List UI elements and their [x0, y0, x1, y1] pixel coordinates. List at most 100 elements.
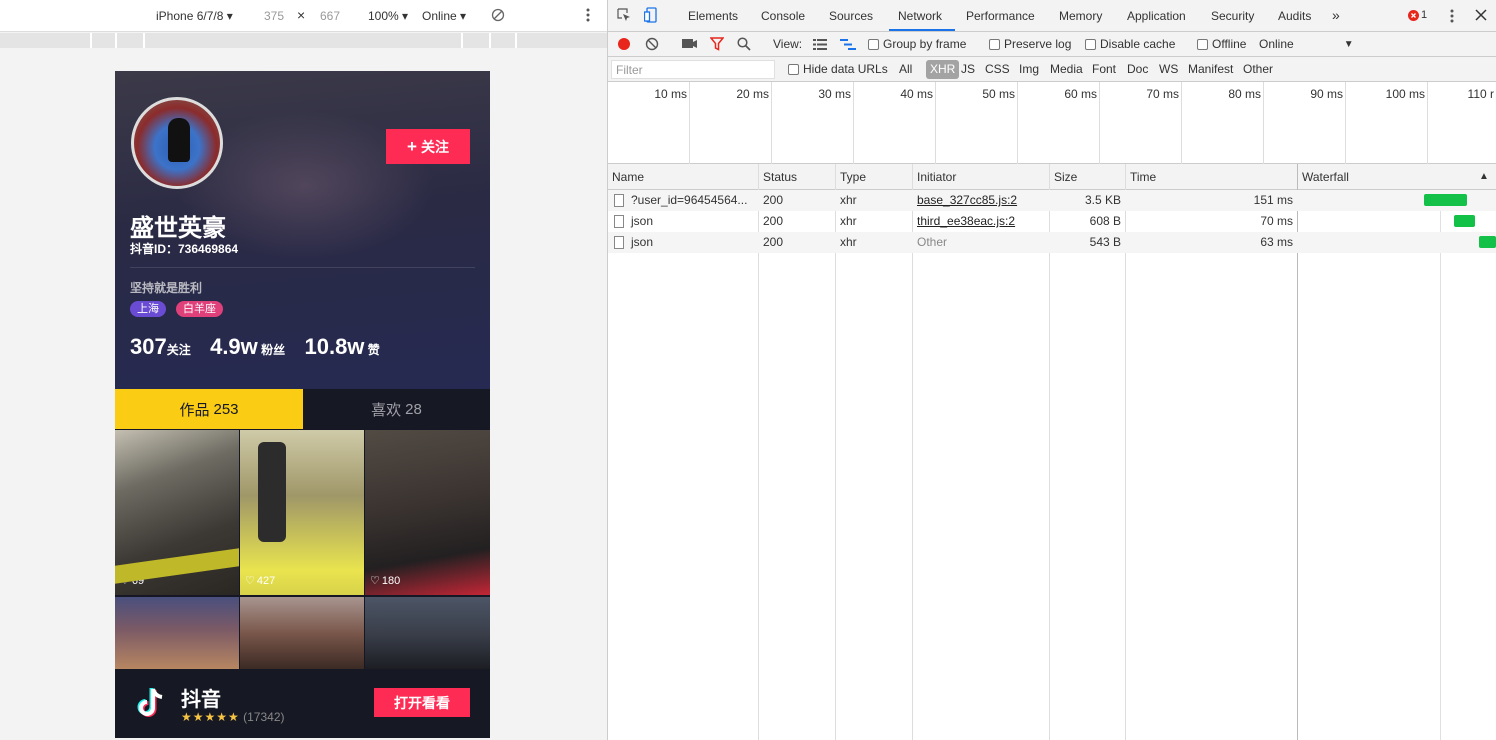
- throttling-select[interactable]: Online ▼: [1259, 37, 1354, 51]
- inspect-element-icon[interactable]: [617, 8, 631, 25]
- tab-sources[interactable]: Sources: [829, 9, 873, 23]
- filter-xhr[interactable]: XHR: [926, 60, 960, 79]
- request-initiator[interactable]: third_ee38eac.js:2: [917, 214, 1015, 228]
- timeline-overview[interactable]: 10 ms 20 ms 30 ms 40 ms 50 ms 60 ms 70 m…: [608, 82, 1496, 164]
- device-toggle-icon[interactable]: [643, 7, 658, 26]
- tab-application[interactable]: Application: [1127, 9, 1186, 23]
- preserve-log-checkbox[interactable]: Preserve log: [989, 37, 1071, 51]
- open-app-button[interactable]: 打开看看: [374, 688, 470, 717]
- error-counter[interactable]: 1: [1408, 9, 1427, 21]
- screenshot-camera-icon[interactable]: [682, 37, 697, 49]
- tab-elements[interactable]: Elements: [688, 9, 738, 23]
- device-preview-pane: iPhone 6/7/8 ▾ 375 × 667 100% ▾ Online ▾…: [0, 0, 608, 740]
- heart-icon: ♡: [120, 575, 130, 587]
- record-icon[interactable]: [617, 37, 631, 51]
- table-row[interactable]: json 200 xhr Other 543 B 63 ms: [608, 232, 1496, 253]
- col-type[interactable]: Type: [840, 170, 866, 184]
- video-thumbnail[interactable]: ♡ 427: [240, 430, 364, 595]
- tab-works-label: 作品: [179, 401, 210, 419]
- waterfall-overview-icon[interactable]: [840, 39, 856, 50]
- request-status: 200: [763, 214, 784, 228]
- document-icon: [614, 215, 624, 228]
- hide-data-urls-checkbox[interactable]: Hide data URLs: [788, 62, 888, 76]
- rotate-icon[interactable]: [491, 8, 505, 25]
- table-row[interactable]: ?user_id=96454564... 200 xhr base_327cc8…: [608, 190, 1496, 211]
- tab-console[interactable]: Console: [761, 9, 805, 23]
- video-thumbnail[interactable]: [365, 597, 490, 669]
- filter-other[interactable]: Other: [1243, 62, 1273, 76]
- width-field[interactable]: 375: [264, 9, 284, 23]
- filter-all[interactable]: All: [899, 62, 912, 76]
- device-toolbar: iPhone 6/7/8 ▾ 375 × 667 100% ▾ Online ▾: [0, 0, 607, 32]
- col-status[interactable]: Status: [763, 170, 797, 184]
- col-initiator[interactable]: Initiator: [917, 170, 956, 184]
- video-thumbnail[interactable]: ♡ 180: [365, 430, 490, 595]
- search-icon[interactable]: [737, 37, 751, 51]
- close-devtools-icon[interactable]: [1475, 9, 1487, 24]
- filter-bar: Hide data URLs All XHR JS CSS Img Media …: [608, 57, 1496, 82]
- filter-img[interactable]: Img: [1019, 62, 1039, 76]
- filter-css[interactable]: CSS: [985, 62, 1010, 76]
- filter-font[interactable]: Font: [1092, 62, 1116, 76]
- group-by-frame-checkbox[interactable]: Group by frame: [868, 37, 966, 51]
- more-tabs-icon[interactable]: »: [1332, 7, 1340, 23]
- timeline-tick: 80 ms: [1182, 82, 1264, 164]
- tab-performance[interactable]: Performance: [966, 9, 1035, 23]
- video-likes: ♡ 69: [120, 574, 145, 588]
- tab-memory[interactable]: Memory: [1059, 9, 1102, 23]
- tab-audits[interactable]: Audits: [1278, 9, 1311, 23]
- follow-button[interactable]: + 关注: [386, 129, 470, 164]
- timeline-tick: 50 ms: [936, 82, 1018, 164]
- request-initiator[interactable]: base_327cc85.js:2: [917, 193, 1017, 207]
- filter-ws[interactable]: WS: [1159, 62, 1178, 76]
- offline-checkbox[interactable]: Offline: [1197, 37, 1246, 51]
- video-thumbnail[interactable]: [115, 597, 239, 669]
- devtools-tabbar: Elements Console Sources Network Perform…: [608, 0, 1496, 32]
- tab-likes-count: 28: [405, 400, 422, 418]
- filter-js[interactable]: JS: [961, 62, 975, 76]
- filter-manifest[interactable]: Manifest: [1188, 62, 1233, 76]
- zoom-select[interactable]: 100% ▾: [368, 9, 408, 23]
- timeline-tick: 30 ms: [772, 82, 854, 164]
- col-size[interactable]: Size: [1054, 170, 1077, 184]
- table-row[interactable]: json 200 xhr third_ee38eac.js:2 608 B 70…: [608, 211, 1496, 232]
- dimension-separator: ×: [297, 7, 306, 23]
- col-time[interactable]: Time: [1130, 170, 1156, 184]
- request-type: xhr: [840, 214, 857, 228]
- customize-menu-icon[interactable]: [1449, 8, 1455, 27]
- request-name: ?user_id=96454564...: [631, 193, 748, 207]
- tab-works[interactable]: 作品 253: [115, 389, 303, 429]
- filter-input[interactable]: [611, 60, 775, 79]
- media-query-ruler[interactable]: [0, 33, 607, 48]
- chevron-down-icon: ▼: [1343, 38, 1354, 50]
- tab-network[interactable]: Network: [898, 9, 942, 23]
- clear-icon[interactable]: [645, 37, 659, 51]
- more-options-icon[interactable]: [584, 7, 592, 26]
- disable-cache-checkbox[interactable]: Disable cache: [1085, 37, 1175, 51]
- col-name[interactable]: Name: [612, 170, 644, 184]
- col-waterfall[interactable]: Waterfall: [1302, 170, 1349, 184]
- request-initiator: Other: [917, 235, 948, 249]
- video-thumbnail[interactable]: [240, 597, 364, 669]
- waterfall-bar: [1424, 194, 1467, 206]
- network-toolbar: View: Group by frame Preserve log Disabl…: [608, 32, 1496, 57]
- document-icon: [614, 194, 624, 207]
- network-select[interactable]: Online ▾: [422, 9, 466, 23]
- likes-count: 10.8w: [304, 334, 365, 359]
- waterfall-bar: [1479, 236, 1496, 248]
- request-size: 3.5 KB: [1084, 193, 1121, 207]
- sort-ascending-icon[interactable]: ▲: [1479, 171, 1489, 182]
- large-rows-icon[interactable]: [813, 39, 827, 50]
- filter-icon[interactable]: [710, 37, 724, 51]
- video-thumbnail[interactable]: ♡ 69: [115, 430, 239, 595]
- device-select[interactable]: iPhone 6/7/8 ▾: [156, 9, 233, 23]
- height-field[interactable]: 667: [320, 9, 340, 23]
- request-type: xhr: [840, 193, 857, 207]
- tab-likes[interactable]: 喜欢 28: [303, 389, 490, 429]
- filter-doc[interactable]: Doc: [1127, 62, 1148, 76]
- avatar[interactable]: [131, 97, 223, 189]
- tab-security[interactable]: Security: [1211, 9, 1254, 23]
- tab-likes-label: 喜欢: [371, 401, 402, 419]
- filter-media[interactable]: Media: [1050, 62, 1083, 76]
- requests-table-header: Name Status Type Initiator Size Time Wat…: [608, 164, 1496, 190]
